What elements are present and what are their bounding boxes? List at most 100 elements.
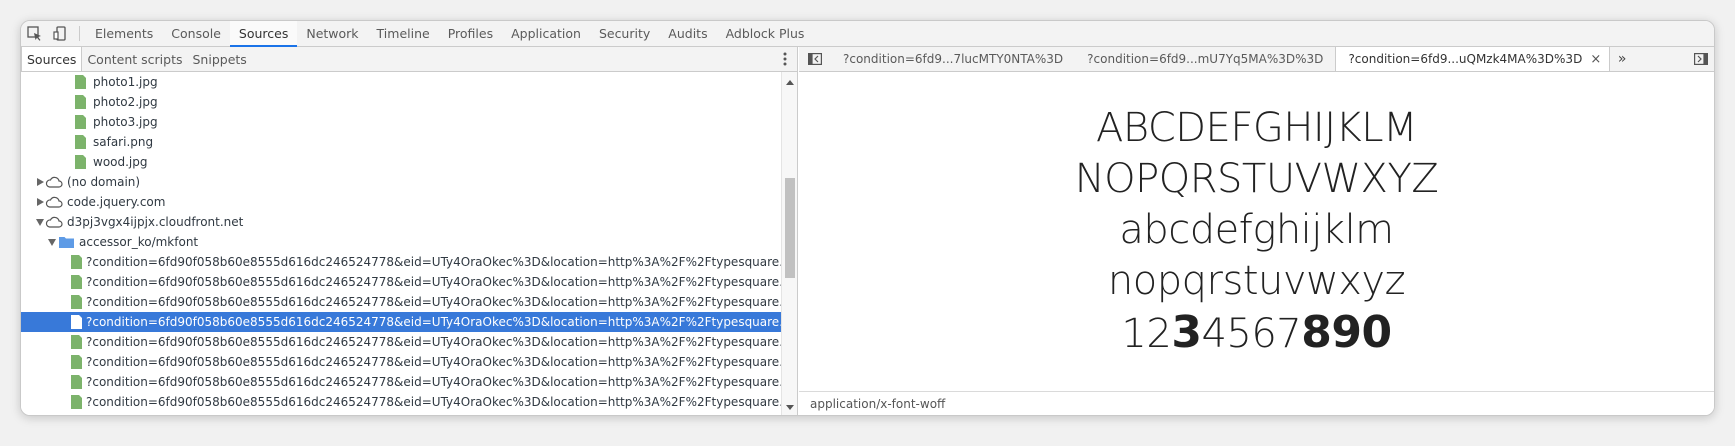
file-icon [71,72,89,92]
file-icon [71,352,82,372]
editor-tab[interactable]: ?condition=6fd9...7lucMTY0NTA%3D [831,47,1075,71]
tree-file-label: ?condition=6fd90f058b60e8555d616dc246524… [86,335,781,349]
tree-file-label: wood.jpg [93,155,148,169]
toolbar-divider [79,26,80,41]
inspect-element-icon[interactable] [21,21,47,46]
tree-file[interactable]: wood.jpg [21,152,781,172]
tree-scrollbar[interactable] [781,72,797,415]
cloud-icon [45,192,63,212]
tree-file-label: ?condition=6fd90f058b60e8555d616dc246524… [86,295,781,309]
tab-security[interactable]: Security [590,21,659,46]
toggle-navigator-icon[interactable] [799,47,831,71]
tree-font-file[interactable]: ?condition=6fd90f058b60e8555d616dc246524… [21,272,781,292]
tree-font-file[interactable]: ?condition=6fd90f058b60e8555d616dc246524… [21,252,781,272]
tab-profiles[interactable]: Profiles [439,21,502,46]
font-preview-uppercase-2: NOPQRSTUVWXYZ [1074,156,1439,202]
tab-elements[interactable]: Elements [86,21,162,46]
device-mode-icon[interactable] [47,21,73,46]
tree-domain-label: d3pj3vgx4ijpjx.cloudfront.net [67,215,244,229]
collapse-arrow-icon[interactable] [47,232,57,252]
font-preview-lowercase-2: nopqrstuvwxyz [1107,258,1406,304]
cloud-icon [45,212,63,232]
tree-folder[interactable]: accessor_ko/mkfont [21,232,781,252]
file-icon [71,332,82,352]
tree-domain-no-domain[interactable]: (no domain) [21,172,781,192]
tree-file-label: photo3.jpg [93,115,158,129]
file-icon [71,312,82,332]
folder-icon [57,232,75,252]
digits-segment: 4567 [1201,311,1302,357]
tab-adblock-plus[interactable]: Adblock Plus [717,21,814,46]
tree-domain-label: (no domain) [67,175,141,189]
more-tabs-icon[interactable]: » [1610,47,1634,71]
scroll-up-icon[interactable] [782,75,798,89]
file-icon [71,372,82,392]
tree-domain-jquery[interactable]: code.jquery.com [21,192,781,212]
font-preview-uppercase-1: ABCDEFGHIJKLM [1095,105,1418,151]
editor-panel: ?condition=6fd9...7lucMTY0NTA%3D ?condit… [799,47,1714,415]
tree-file-label: ?condition=6fd90f058b60e8555d616dc246524… [86,255,781,269]
tree-file-label: photo1.jpg [93,75,158,89]
tree-folder-label: accessor_ko/mkfont [79,235,199,249]
file-icon [71,132,89,152]
tree-file[interactable]: photo3.jpg [21,112,781,132]
file-icon [71,152,89,172]
file-icon [71,92,89,112]
devtools-window: Elements Console Sources Network Timelin… [20,20,1715,416]
file-icon [71,392,82,412]
font-preview: ABCDEFGHIJKLM NOPQRSTUVWXYZ abcdefghijkl… [799,72,1714,391]
tree-font-file[interactable]: ?condition=6fd90f058b60e8555d616dc246524… [21,292,781,312]
more-options-icon[interactable] [773,47,797,71]
file-icon [71,252,82,272]
tree-font-file[interactable]: ?condition=6fd90f058b60e8555d616dc246524… [21,352,781,372]
digits-segment: 12 [1121,311,1172,357]
scrollbar-thumb[interactable] [785,178,795,278]
tree-file-label: ?condition=6fd90f058b60e8555d616dc246524… [86,395,781,409]
tree-font-file-selected[interactable]: ?condition=6fd90f058b60e8555d616dc246524… [21,312,781,332]
tab-application[interactable]: Application [502,21,590,46]
tree-file-label: ?condition=6fd90f058b60e8555d616dc246524… [86,375,781,389]
tab-audits[interactable]: Audits [659,21,716,46]
tree-file[interactable]: safari.png [21,132,781,152]
collapse-arrow-icon[interactable] [35,212,45,232]
scroll-down-icon[interactable] [782,400,798,414]
tree-file-label: ?condition=6fd90f058b60e8555d616dc246524… [86,355,781,369]
navigator-panel: Sources Content scripts Snippets photo1.… [21,47,798,415]
navigator-tab-content-scripts[interactable]: Content scripts [82,47,187,71]
tree-file-label: ?condition=6fd90f058b60e8555d616dc246524… [86,315,781,329]
tree-font-file[interactable]: ?condition=6fd90f058b60e8555d616dc246524… [21,372,781,392]
file-icon [71,272,82,292]
tab-console[interactable]: Console [162,21,230,46]
tab-network[interactable]: Network [297,21,367,46]
mime-type-status: application/x-font-woff [799,391,1714,415]
digits-segment-heavy: 3 [1171,307,1202,358]
file-icon [71,292,82,312]
tree-file-label: ?condition=6fd90f058b60e8555d616dc246524… [86,275,781,289]
toggle-debugger-icon[interactable] [1694,47,1708,71]
tab-sources[interactable]: Sources [229,21,298,47]
tree-font-file[interactable]: ?condition=6fd90f058b60e8555d616dc246524… [21,332,781,352]
tree-file-label: photo2.jpg [93,95,158,109]
tree-file-label: safari.png [93,135,154,149]
editor-tabs: ?condition=6fd9...7lucMTY0NTA%3D ?condit… [799,47,1714,72]
tree-domain-cloudfront[interactable]: d3pj3vgx4ijpjx.cloudfront.net [21,212,781,232]
navigator-tabs: Sources Content scripts Snippets [21,47,797,72]
close-tab-icon[interactable]: × [1590,52,1601,67]
editor-tab[interactable]: ?condition=6fd9...mU7Yq5MA%3D%3D [1075,47,1335,71]
navigator-tab-snippets[interactable]: Snippets [188,47,252,71]
tab-timeline[interactable]: Timeline [368,21,439,46]
tree-file[interactable]: photo2.jpg [21,92,781,112]
expand-arrow-icon[interactable] [35,172,45,192]
file-icon [71,112,89,132]
editor-tab-label: ?condition=6fd9...uQMzk4MA%3D%3D [1348,52,1583,66]
font-preview-lowercase-1: abcdefghijklm [1119,207,1394,253]
file-tree: photo1.jpg photo2.jpg photo3.jpg safari.… [21,72,781,415]
font-preview-digits: 1234567890 [1121,307,1392,360]
tree-domain-label: code.jquery.com [67,195,166,209]
tree-font-file[interactable]: ?condition=6fd90f058b60e8555d616dc246524… [21,392,781,412]
tree-file[interactable]: photo1.jpg [21,72,781,92]
expand-arrow-icon[interactable] [35,192,45,212]
editor-tab-active[interactable]: ?condition=6fd9...uQMzk4MA%3D%3D × [1335,47,1611,71]
main-toolbar: Elements Console Sources Network Timelin… [21,21,1714,47]
navigator-tab-sources[interactable]: Sources [21,47,83,71]
